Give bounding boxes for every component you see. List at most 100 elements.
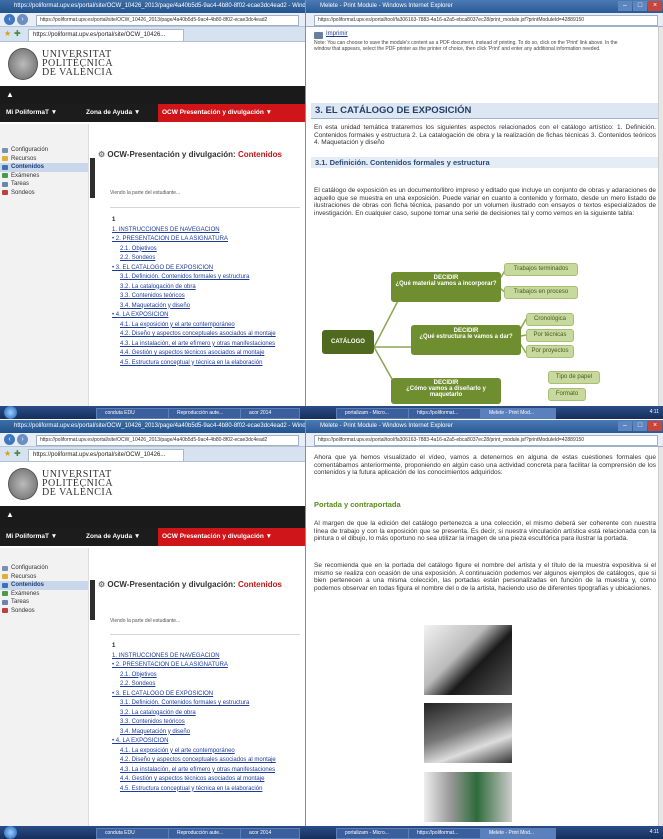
toc-item[interactable]: 2.1. Objetivos — [120, 246, 157, 252]
minimize-icon[interactable]: – — [618, 421, 632, 431]
url-input[interactable]: https://poliformat.upv.es/portal/site/OC… — [36, 435, 299, 446]
poll-icon — [2, 190, 8, 195]
print-address-bar: https://poliformat.upv.es/portal/tool/fa… — [306, 433, 663, 447]
toc-item[interactable]: 4.1. La exposición y el arte contemporán… — [120, 322, 235, 328]
toc-item[interactable]: 4.1. La exposición y el arte contemporán… — [120, 748, 235, 754]
university-seal-logo — [8, 468, 38, 500]
taskbar-item[interactable]: acor 2014 — [240, 408, 300, 419]
forward-icon[interactable]: › — [17, 434, 28, 445]
cover-paragraph-2: Se recomienda que en la portada del catá… — [314, 562, 656, 592]
vertical-scrollbar[interactable] — [658, 27, 663, 406]
toc-item[interactable]: • 4. LA EXPOSICIÓN — [112, 738, 168, 744]
sidebar-item-examenes[interactable]: Exámenes — [0, 172, 88, 181]
check-icon — [2, 173, 8, 178]
toc-item[interactable]: 4.2. Diseño y aspectos conceptuales asoc… — [120, 331, 276, 337]
sidebar-item-sondeos[interactable]: Sondeos — [0, 189, 88, 198]
toc-item[interactable]: 4.5. Estructura conceptual y técnica en … — [120, 786, 262, 792]
back-icon[interactable]: ‹ — [4, 434, 15, 445]
taskbar-item-active[interactable]: Melete - Print Mod... — [480, 408, 556, 419]
toc-item[interactable]: 3.4. Maquetación y diseño — [120, 729, 190, 735]
toc-item[interactable]: 3.2. La catalogación de obra — [120, 710, 196, 716]
menu-ocw-site[interactable]: OCW Presentación y divulgación ▼ — [158, 528, 305, 546]
toc-item[interactable]: 3.2. La catalogación de obra — [120, 284, 196, 290]
add-favorite-icon[interactable]: ✚ — [14, 449, 21, 458]
toc-item[interactable]: 4.4. Gestión y aspectos técnicos asociad… — [120, 776, 264, 782]
sidebar-item-sondeos[interactable]: Sondeos — [0, 607, 88, 616]
sidebar-item-recursos[interactable]: Recursos — [0, 573, 88, 582]
tab-bar: ★ ✚ https://poliformat.upv.es/portal/sit… — [0, 447, 305, 462]
toc-item[interactable]: 3.4. Maquetación y diseño — [120, 303, 190, 309]
print-url-input[interactable]: https://poliformat.upv.es/portal/tool/fa… — [314, 15, 658, 26]
sidebar-item-tareas[interactable]: Tareas — [0, 598, 88, 607]
taskbar-item[interactable]: https://poliformat... — [408, 828, 484, 839]
close-icon[interactable]: × — [648, 421, 662, 431]
taskbar-item[interactable]: Reproducción aute... — [168, 828, 244, 839]
toc-item[interactable]: 4.4. Gestión y aspectos técnicos asociad… — [120, 350, 264, 356]
start-button-icon[interactable] — [4, 406, 17, 419]
toc-item[interactable]: 2.2. Sondeos — [120, 255, 155, 261]
up-arrow-icon[interactable]: ▲ — [6, 90, 14, 99]
student-view-link[interactable]: Viendo la parte del estudiante... — [110, 190, 180, 196]
toc-item[interactable]: 3.1. Definición. Contenidos formales y e… — [120, 700, 249, 706]
toc-item[interactable]: 4.5. Estructura conceptual y técnica en … — [120, 360, 262, 366]
toc-item[interactable]: 1. INSTRUCCIONES DE NAVEGACIÓN — [112, 227, 220, 233]
toc-item[interactable]: 3.3. Contenidos teóricos — [120, 719, 185, 725]
toc-item[interactable]: 4.2. Diseño y aspectos conceptuales asoc… — [120, 757, 276, 763]
toc-item[interactable]: 4.3. La instalación, el arte efímero y o… — [120, 341, 275, 347]
taskbar-item[interactable]: https://poliformat... — [408, 408, 484, 419]
taskbar-item[interactable]: conduta EDU — [96, 828, 170, 839]
maximize-icon[interactable]: □ — [633, 421, 647, 431]
favorites-star-icon[interactable]: ★ — [4, 29, 11, 38]
toc-item[interactable]: • 4. LA EXPOSICIÓN — [112, 312, 168, 318]
print-link[interactable]: Imprimir — [326, 31, 348, 37]
back-icon[interactable]: ‹ — [4, 14, 15, 25]
url-input[interactable]: https://poliformat.upv.es/portal/site/OC… — [36, 15, 299, 26]
sidebar-item-examenes[interactable]: Exámenes — [0, 590, 88, 599]
menu-zona-ayuda[interactable]: Zona de Ayuda ▼ — [82, 104, 144, 122]
menu-zona-ayuda[interactable]: Zona de Ayuda ▼ — [82, 528, 144, 546]
taskbar-item[interactable]: conduta EDU — [96, 408, 170, 419]
option-box: Cronológica — [526, 313, 574, 326]
minimize-icon[interactable]: – — [618, 1, 632, 11]
sidebar-item-configuracion[interactable]: Configuración — [0, 564, 88, 573]
toc-item[interactable]: 3.1. Definición. Contenidos formales y e… — [120, 274, 249, 280]
taskbar-item[interactable]: acor 2014 — [240, 828, 300, 839]
sidebar-collapse-handle[interactable] — [90, 158, 95, 198]
toc-item[interactable]: 4.3. La instalación, el arte efímero y o… — [120, 767, 275, 773]
menu-ocw-site[interactable]: OCW Presentación y divulgación ▼ — [158, 104, 305, 122]
sidebar-item-configuracion[interactable]: Configuración — [0, 146, 88, 155]
browser-tab[interactable]: https://poliformat.upv.es/portal/site/OC… — [28, 449, 184, 461]
favorites-star-icon[interactable]: ★ — [4, 449, 11, 458]
vertical-scrollbar[interactable] — [658, 447, 663, 826]
toc-item[interactable]: 2.1. Objetivos — [120, 672, 157, 678]
window-controls: – □ × — [618, 1, 662, 11]
sidebar-collapse-handle[interactable] — [90, 580, 95, 620]
toc-item[interactable]: • 2. PRESENTACIÓN DE LA ASIGNATURA — [112, 662, 228, 668]
taskbar-item[interactable]: portalizam - Micro... — [336, 408, 412, 419]
taskbar-item[interactable]: Reproducción aute... — [168, 408, 244, 419]
taskbar-item-active[interactable]: Melete - Print Mod... — [480, 828, 556, 839]
start-button-icon[interactable] — [4, 826, 17, 839]
sidebar-item-contenidos[interactable]: Contenidos — [0, 163, 88, 172]
toc-item[interactable]: • 2. PRESENTACIÓN DE LA ASIGNATURA — [112, 236, 228, 242]
maximize-icon[interactable]: □ — [633, 1, 647, 11]
toc-item[interactable]: 2.2. Sondeos — [120, 681, 155, 687]
printer-icon[interactable] — [314, 32, 323, 39]
menu-mi-poliformat[interactable]: Mi PoliformaT ▼ — [2, 528, 61, 546]
print-url-input[interactable]: https://poliformat.upv.es/portal/tool/fa… — [314, 435, 658, 446]
add-favorite-icon[interactable]: ✚ — [14, 29, 21, 38]
toc-item[interactable]: • 3. EL CATÁLOGO DE EXPOSICIÓN — [112, 265, 213, 271]
up-arrow-icon[interactable]: ▲ — [6, 510, 14, 519]
toc-item[interactable]: 3.3. Contenidos teóricos — [120, 293, 185, 299]
student-view-link[interactable]: Viendo la parte del estudiante... — [110, 618, 180, 624]
sidebar-item-recursos[interactable]: Recursos — [0, 155, 88, 164]
sidebar-item-tareas[interactable]: Tareas — [0, 180, 88, 189]
forward-icon[interactable]: › — [17, 14, 28, 25]
toc-item[interactable]: • 3. EL CATÁLOGO DE EXPOSICIÓN — [112, 691, 213, 697]
sidebar-item-contenidos[interactable]: Contenidos — [0, 581, 88, 590]
browser-tab[interactable]: https://poliformat.upv.es/portal/site/OC… — [28, 29, 184, 41]
menu-mi-poliformat[interactable]: Mi PoliformaT ▼ — [2, 104, 61, 122]
taskbar-item[interactable]: portalizam - Micro... — [336, 828, 412, 839]
close-icon[interactable]: × — [648, 1, 662, 11]
toc-item[interactable]: 1. INSTRUCCIONES DE NAVEGACIÓN — [112, 653, 220, 659]
